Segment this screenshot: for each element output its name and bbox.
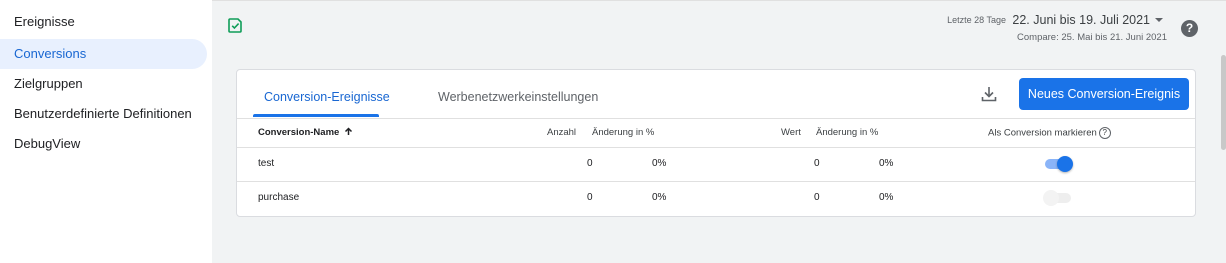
toggle-knob bbox=[1043, 190, 1059, 206]
date-range-label: Letzte 28 Tage bbox=[947, 15, 1006, 25]
tab-conversion-ereignisse[interactable]: Conversion-Ereignisse bbox=[264, 90, 390, 104]
row-name: test bbox=[258, 158, 275, 169]
scrollbar[interactable] bbox=[1221, 55, 1226, 150]
row-name: purchase bbox=[258, 192, 300, 203]
top-divider bbox=[212, 0, 1226, 1]
row-count-change: 0% bbox=[652, 192, 667, 203]
download-icon[interactable] bbox=[979, 84, 999, 104]
row-divider bbox=[237, 181, 1195, 182]
arrow-up-icon bbox=[344, 127, 352, 135]
mark-as-conversion-toggle[interactable] bbox=[1043, 156, 1073, 172]
mark-as-conversion-toggle[interactable] bbox=[1043, 190, 1073, 206]
column-header-count[interactable]: Anzahl bbox=[547, 127, 576, 138]
column-header-label: Als Conversion markieren bbox=[988, 127, 1097, 139]
column-header-mark-as-conversion: Als Conversion markieren? bbox=[988, 127, 1111, 139]
sidebar-item-conversions[interactable]: Conversions bbox=[0, 39, 207, 69]
row-count-change: 0% bbox=[652, 158, 667, 169]
row-value-change: 0% bbox=[879, 192, 894, 203]
check-square-icon[interactable] bbox=[228, 18, 243, 33]
date-range-selector[interactable]: 22. Juni bis 19. Juli 2021 bbox=[1012, 13, 1164, 27]
help-circle-icon[interactable]: ? bbox=[1181, 20, 1198, 37]
column-header-value-change[interactable]: Änderung in % bbox=[816, 127, 878, 138]
row-count: 0 bbox=[587, 192, 593, 203]
help-circle-icon[interactable]: ? bbox=[1098, 127, 1111, 139]
sidebar-item-benutzerdefinierte-definitionen[interactable]: Benutzerdefinierte Definitionen bbox=[0, 99, 207, 129]
column-header-value[interactable]: Wert bbox=[781, 127, 801, 138]
column-header-label: Conversion-Name bbox=[258, 127, 340, 138]
sidebar: Ereignisse Conversions Zielgruppen Benut… bbox=[0, 0, 212, 263]
row-value-change: 0% bbox=[879, 158, 894, 169]
compare-range: Compare: 25. Mai bis 21. Juni 2021 bbox=[1017, 32, 1167, 43]
caret-down-icon bbox=[1155, 18, 1163, 22]
sidebar-item-debugview[interactable]: DebugView bbox=[0, 129, 207, 159]
tab-werbenetzwerkeinstellungen[interactable]: Werbenetzwerkeinstellungen bbox=[438, 90, 598, 104]
tabs-divider bbox=[237, 118, 1195, 119]
active-tab-indicator bbox=[253, 114, 379, 117]
column-header-count-change[interactable]: Änderung in % bbox=[592, 127, 654, 138]
new-conversion-event-button[interactable]: Neues Conversion-Ereignis bbox=[1019, 78, 1189, 110]
column-header-conversion-name[interactable]: Conversion-Name bbox=[258, 127, 353, 138]
main-content: Letzte 28 Tage 22. Juni bis 19. Juli 202… bbox=[212, 0, 1226, 263]
sidebar-item-zielgruppen[interactable]: Zielgruppen bbox=[0, 69, 207, 99]
conversions-card: Conversion-Ereignisse Werbenetzwerkeinst… bbox=[236, 69, 1196, 217]
header-divider bbox=[237, 147, 1195, 148]
sidebar-item-ereignisse[interactable]: Ereignisse bbox=[0, 7, 207, 37]
row-value: 0 bbox=[814, 158, 820, 169]
row-value: 0 bbox=[814, 192, 820, 203]
row-count: 0 bbox=[587, 158, 593, 169]
toggle-knob bbox=[1057, 156, 1073, 172]
date-range-text: 22. Juni bis 19. Juli 2021 bbox=[1012, 13, 1150, 27]
